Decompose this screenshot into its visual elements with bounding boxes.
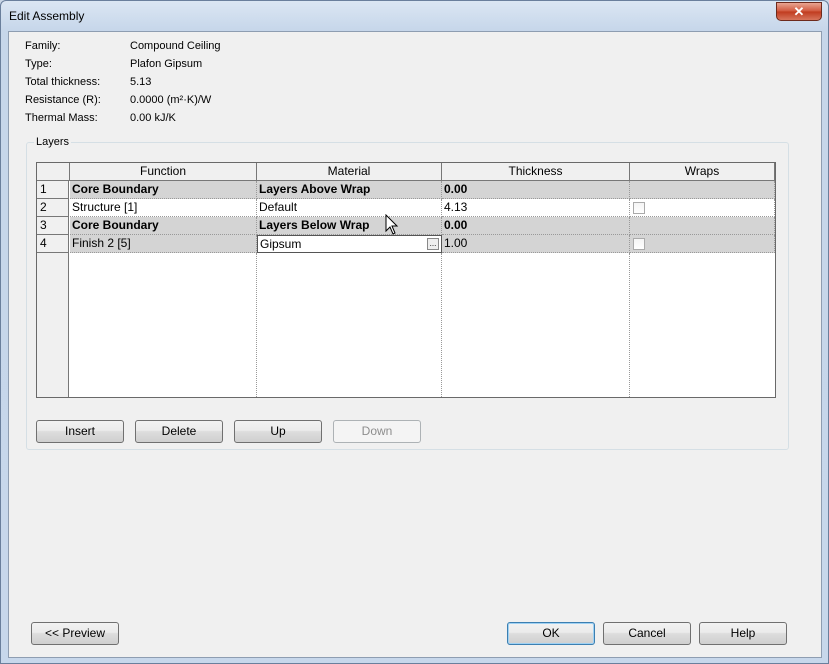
material-value: Gipsum: [260, 237, 302, 251]
property-label: Type:: [25, 58, 52, 70]
cell-wraps: [630, 217, 775, 235]
cell-material[interactable]: Layers Below Wrap: [257, 217, 442, 235]
row-header-empty: [37, 253, 69, 397]
cell-function[interactable]: Finish 2 [5]: [70, 235, 257, 253]
cell-wraps: [630, 235, 775, 253]
cell-thickness[interactable]: 1.00: [442, 235, 630, 253]
column-divider: [441, 253, 442, 397]
mouse-cursor-icon: [385, 214, 399, 235]
wraps-checkbox[interactable]: [633, 202, 645, 214]
layers-table[interactable]: Function Material Thickness Wraps 1 Core…: [36, 162, 776, 398]
preview-button[interactable]: << Preview: [31, 622, 119, 645]
column-divider: [256, 253, 257, 397]
cell-function[interactable]: Structure [1]: [70, 199, 257, 217]
cell-material-editing[interactable]: Gipsum ...: [257, 235, 442, 253]
up-button[interactable]: Up: [234, 420, 322, 443]
property-value: Plafon Gipsum: [130, 58, 203, 70]
property-value: 0.00 kJ/K: [130, 112, 176, 124]
browse-material-button[interactable]: ...: [427, 238, 439, 250]
property-label: Resistance (R):: [25, 94, 101, 106]
row-header[interactable]: 2: [37, 199, 69, 217]
ok-button[interactable]: OK: [507, 622, 595, 645]
corner-header: [37, 163, 70, 181]
column-header-function[interactable]: Function: [70, 163, 257, 181]
column-divider: [629, 253, 630, 397]
property-label: Thermal Mass:: [25, 112, 98, 124]
cell-wraps: [630, 181, 775, 199]
property-value: 5.13: [130, 76, 152, 88]
cancel-button[interactable]: Cancel: [603, 622, 691, 645]
property-value: Compound Ceiling: [130, 40, 221, 52]
property-value: 0.0000 (m²·K)/W: [130, 94, 212, 106]
cell-thickness[interactable]: 0.00: [442, 181, 630, 199]
cell-material[interactable]: Default: [257, 199, 442, 217]
delete-button[interactable]: Delete: [135, 420, 223, 443]
close-icon: ✕: [793, 4, 805, 19]
column-header-thickness[interactable]: Thickness: [442, 163, 630, 181]
help-button[interactable]: Help: [699, 622, 787, 645]
dialog-body: Family: Compound Ceiling Type: Plafon Gi…: [8, 31, 822, 658]
down-button[interactable]: Down: [333, 420, 421, 443]
cell-function[interactable]: Core Boundary: [70, 217, 257, 235]
window-title: Edit Assembly: [9, 9, 85, 23]
column-header-wraps[interactable]: Wraps: [630, 163, 775, 181]
close-button[interactable]: ✕: [776, 2, 822, 21]
layers-group-label: Layers: [34, 136, 72, 148]
column-header-material[interactable]: Material: [257, 163, 442, 181]
row-header[interactable]: 1: [37, 181, 69, 199]
insert-button[interactable]: Insert: [36, 420, 124, 443]
cell-thickness[interactable]: 4.13: [442, 199, 630, 217]
cell-function[interactable]: Core Boundary: [70, 181, 257, 199]
cell-material[interactable]: Layers Above Wrap: [257, 181, 442, 199]
edit-assembly-dialog: Edit Assembly ✕ Family: Compound Ceiling…: [0, 0, 829, 664]
cell-wraps: [630, 199, 775, 217]
cell-thickness[interactable]: 0.00: [442, 217, 630, 235]
row-header[interactable]: 4: [37, 235, 69, 253]
wraps-checkbox[interactable]: [633, 238, 645, 250]
property-label: Family:: [25, 40, 61, 52]
property-label: Total thickness:: [25, 76, 101, 88]
row-header[interactable]: 3: [37, 217, 69, 235]
title-bar: Edit Assembly ✕: [1, 1, 828, 31]
